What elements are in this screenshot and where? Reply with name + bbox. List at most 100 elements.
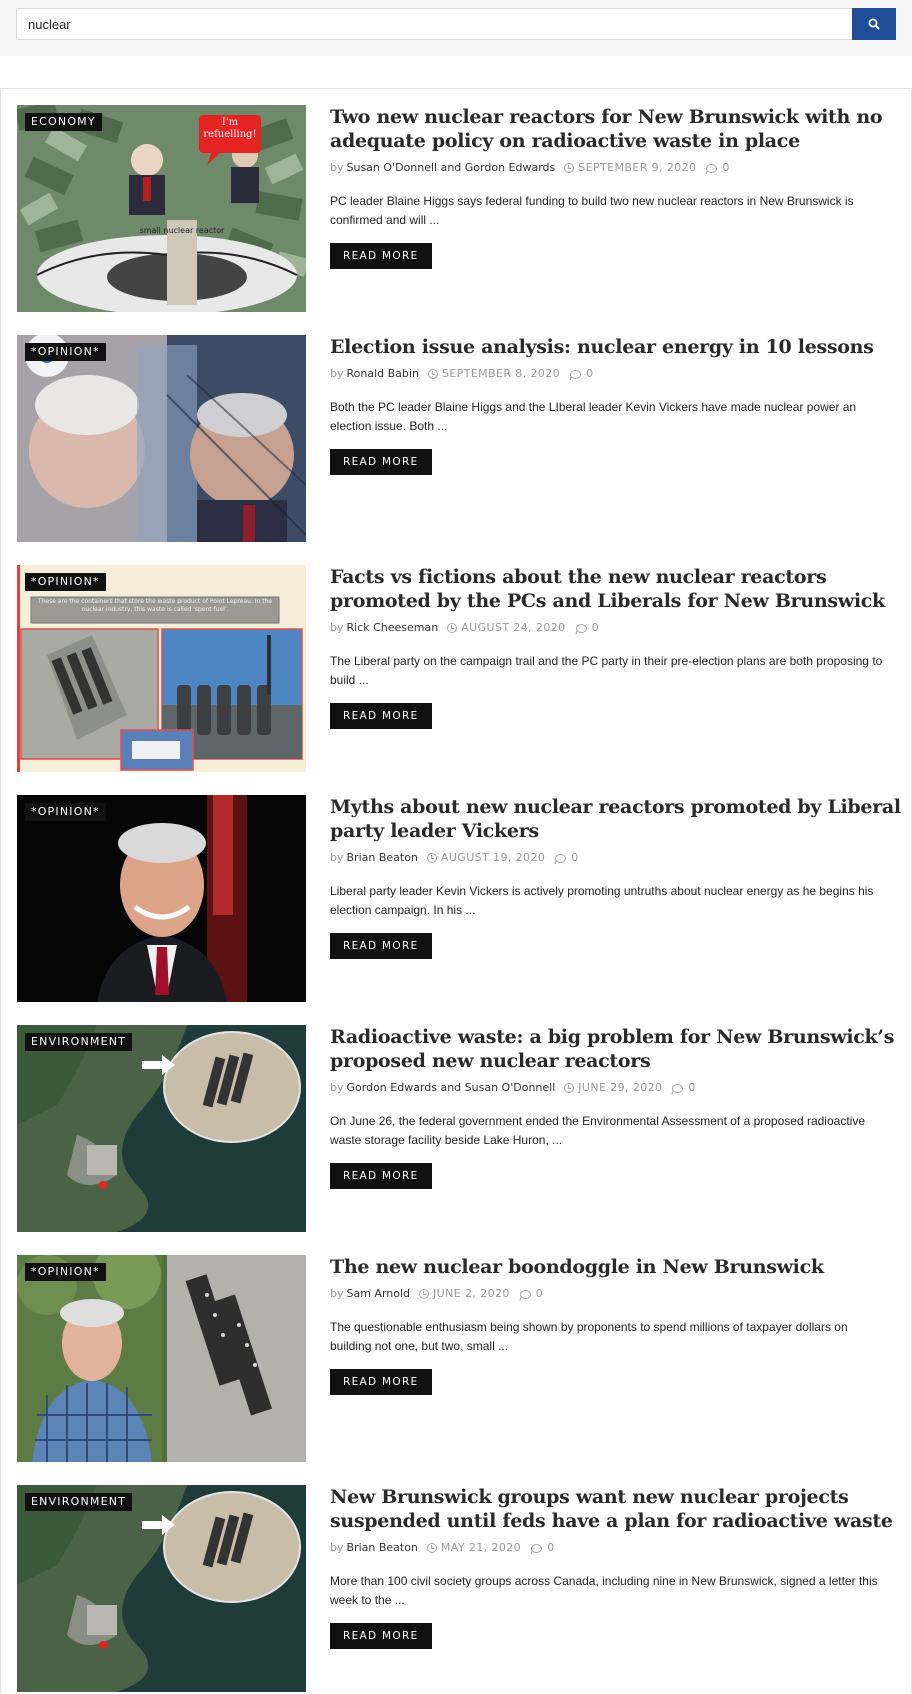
article-date[interactable]: SEPTEMBER 8, 2020 [442,367,560,381]
by-label: by [330,1541,344,1554]
article-date[interactable]: JUNE 2, 2020 [433,1287,510,1301]
article-date[interactable]: JUNE 29, 2020 [578,1081,662,1095]
category-badge[interactable]: *OPINION* [25,343,106,361]
article-author[interactable]: Sam Arnold [347,1287,411,1301]
comment-icon[interactable] [570,369,582,379]
article-meta: by Ronald Babin SEPTEMBER 8, 2020 0 [330,367,910,381]
article-content: New Brunswick groups want new nuclear pr… [330,1485,910,1649]
article-thumbnail[interactable]: These are the containers that store the … [17,565,306,772]
read-more-button[interactable]: READ MORE [330,1623,432,1649]
article-meta: by Brian Beaton AUGUST 19, 2020 0 [330,851,910,865]
article-author[interactable]: Susan O'Donnell and Gordon Edwards [347,161,556,175]
read-more-button[interactable]: READ MORE [330,1163,432,1189]
article-content: Election issue analysis: nuclear energy … [330,335,910,475]
politicians-composite-image [17,335,306,542]
search-header [0,0,912,56]
article-author[interactable]: Brian Beaton [347,851,418,865]
comment-count[interactable]: 0 [592,621,599,635]
article-excerpt: PC leader Blaine Higgs says federal fund… [330,194,854,227]
clock-icon [564,1083,575,1093]
article-content: Two new nuclear reactors for New Brunswi… [330,105,910,269]
article-thumbnail[interactable]: *OPINION* [17,335,306,542]
comment-count[interactable]: 0 [586,367,593,381]
comment-icon[interactable] [672,1083,684,1093]
by-label: by [330,1287,344,1300]
article-date[interactable]: MAY 21, 2020 [441,1541,521,1555]
article-title[interactable]: Two new nuclear reactors for New Brunswi… [330,105,910,153]
article-thumbnail[interactable]: *OPINION* [17,795,306,1002]
article-content: The new nuclear boondoggle in New Brunsw… [330,1255,910,1395]
category-badge[interactable]: *OPINION* [25,1263,106,1281]
comment-count[interactable]: 0 [547,1541,554,1555]
article-item: *OPINION* The new nuclear boondoggle in … [17,1255,897,1462]
aerial-map-image [17,1485,306,1692]
comment-count[interactable]: 0 [722,161,729,175]
read-more-button[interactable]: READ MORE [330,933,432,959]
category-badge[interactable]: *OPINION* [25,573,106,591]
category-badge[interactable]: ENVIRONMENT [25,1493,133,1511]
comment-icon[interactable] [555,853,567,863]
article-date[interactable]: AUGUST 24, 2020 [461,621,565,635]
article-item: small nuclear reactor I'm refuelling! EC… [17,105,897,312]
spent-fuel-containers-image: These are the containers that store the … [17,565,306,772]
article-meta: by Rick Cheeseman AUGUST 24, 2020 0 [330,621,910,635]
read-more-button[interactable]: READ MORE [330,703,432,729]
clock-icon [419,1289,430,1299]
article-thumbnail[interactable]: ENVIRONMENT [17,1025,306,1232]
category-badge[interactable]: *OPINION* [25,803,106,821]
comment-count[interactable]: 0 [536,1287,543,1301]
article-thumbnail[interactable]: small nuclear reactor I'm refuelling! EC… [17,105,306,312]
article-content: Facts vs fictions about the new nuclear … [330,565,910,729]
comment-count[interactable]: 0 [688,1081,695,1095]
comment-icon[interactable] [519,1289,531,1299]
article-thumbnail[interactable]: ENVIRONMENT [17,1485,306,1692]
article-title[interactable]: Election issue analysis: nuclear energy … [330,335,910,359]
cartoon-money-image: small nuclear reactor I'm refuelling! [17,105,306,312]
category-badge[interactable]: ENVIRONMENT [25,1033,133,1051]
article-title[interactable]: The new nuclear boondoggle in New Brunsw… [330,1255,910,1279]
article-title[interactable]: Myths about new nuclear reactors promote… [330,795,910,843]
article-title[interactable]: Facts vs fictions about the new nuclear … [330,565,910,613]
article-excerpt: The questionable enthusiasm being shown … [330,1320,848,1353]
read-more-button[interactable]: READ MORE [330,449,432,475]
article-excerpt: More than 100 civil society groups acros… [330,1574,878,1607]
author-and-aerial-image [17,1255,306,1462]
read-more-button[interactable]: READ MORE [330,1369,432,1395]
image-caption: These are the containers that store the … [37,598,273,613]
comment-icon[interactable] [575,623,587,633]
search-input[interactable] [16,8,852,40]
article-author[interactable]: Ronald Babin [347,367,419,381]
article-excerpt: The Liberal party on the campaign trail … [330,654,883,687]
article-meta: by Brian Beaton MAY 21, 2020 0 [330,1541,910,1555]
article-title[interactable]: New Brunswick groups want new nuclear pr… [330,1485,910,1533]
speech-bubble-text: I'm refuelling! [203,117,257,140]
article-date[interactable]: SEPTEMBER 9, 2020 [578,161,696,175]
clock-icon [426,853,437,863]
article-author[interactable]: Brian Beaton [347,1541,418,1555]
article-title[interactable]: Radioactive waste: a big problem for New… [330,1025,910,1073]
article-meta: by Gordon Edwards and Susan O'Donnell JU… [330,1081,910,1095]
by-label: by [330,367,344,380]
article-author[interactable]: Gordon Edwards and Susan O'Donnell [347,1081,556,1095]
comment-icon[interactable] [531,1543,543,1553]
search-button[interactable] [852,8,896,40]
category-badge[interactable]: ECONOMY [25,113,102,131]
aerial-map-image [17,1025,306,1232]
by-label: by [330,851,344,864]
article-item: ENVIRONMENT Radioactive waste: a big pro… [17,1025,897,1232]
article-meta: by Sam Arnold JUNE 2, 2020 0 [330,1287,910,1301]
by-label: by [330,621,344,634]
article-excerpt: Both the PC leader Blaine Higgs and the … [330,400,857,433]
read-more-button[interactable]: READ MORE [330,243,432,269]
search-icon [868,18,880,30]
comment-count[interactable]: 0 [571,851,578,865]
article-date[interactable]: AUGUST 19, 2020 [441,851,545,865]
comment-icon[interactable] [706,163,718,173]
article-item: These are the containers that store the … [17,565,897,772]
article-thumbnail[interactable]: *OPINION* [17,1255,306,1462]
by-label: by [330,1081,344,1094]
article-meta: by Susan O'Donnell and Gordon Edwards SE… [330,161,910,175]
article-excerpt: Liberal party leader Kevin Vickers is ac… [330,884,874,917]
portrait-image [17,795,306,1002]
article-author[interactable]: Rick Cheeseman [347,621,439,635]
